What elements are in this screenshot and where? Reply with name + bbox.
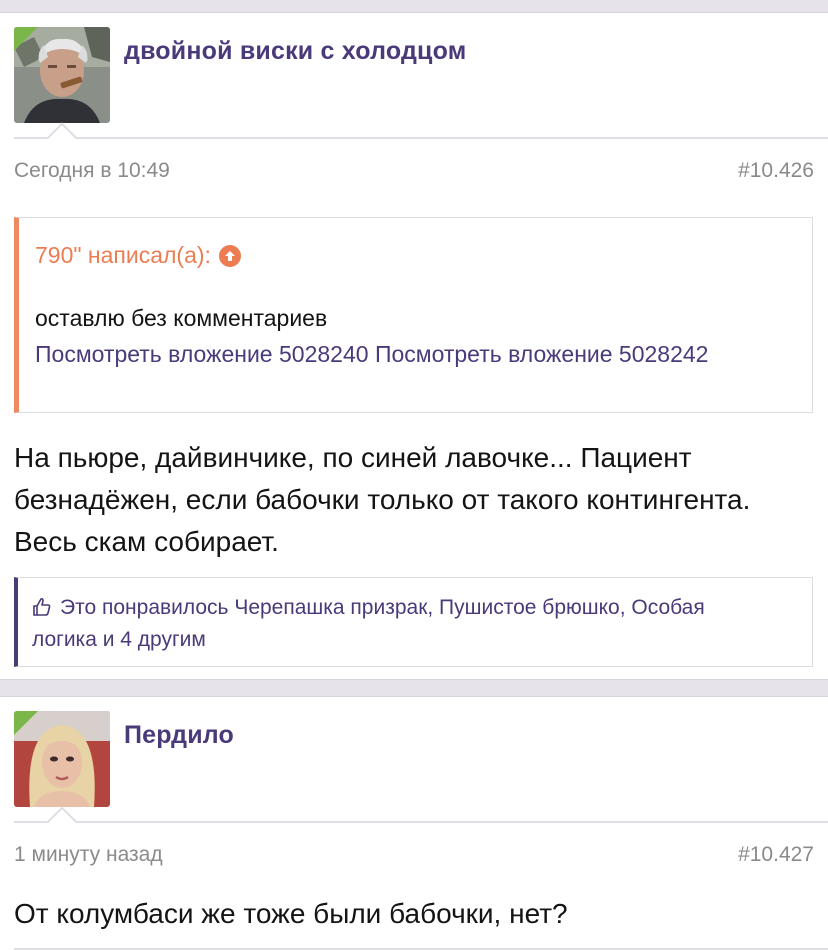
post-number[interactable]: #10.427 xyxy=(738,843,814,867)
post: Пердило 1 минуту назад #10.427 От колумб… xyxy=(0,696,828,950)
thumbs-up-icon xyxy=(33,597,51,616)
divider-caret xyxy=(46,122,78,154)
quote-block: 790" написал(а): оставлю без комментарие… xyxy=(14,217,813,413)
post-message: От колумбаси же тоже были бабочки, нет? xyxy=(14,898,568,929)
quote-body: оставлю без комментариев xyxy=(35,305,328,331)
likes-text[interactable]: Это понравилось Черепашка призрак, Пушис… xyxy=(32,592,772,656)
attachment-link[interactable]: Посмотреть вложение 5028242 xyxy=(375,341,709,367)
post-number[interactable]: #10.426 xyxy=(738,159,814,183)
username-link[interactable]: двойной виски с холодцом xyxy=(124,37,466,66)
username-link[interactable]: Пердило xyxy=(124,721,234,750)
divider xyxy=(14,137,828,139)
user-avatar[interactable] xyxy=(14,27,110,123)
attachment-link[interactable]: Посмотреть вложение 5028240 xyxy=(35,341,369,367)
user-avatar[interactable] xyxy=(14,711,110,807)
quote-author-label: 790" написал(а): xyxy=(35,242,211,268)
quote-text: оставлю без комментариев Посмотреть влож… xyxy=(35,300,795,372)
post-date[interactable]: 1 минуту назад xyxy=(14,843,163,867)
online-indicator xyxy=(14,711,38,735)
post-date[interactable]: Сегодня в 10:49 xyxy=(14,159,170,183)
divider xyxy=(14,821,828,823)
arrow-up-circle-icon[interactable] xyxy=(218,244,241,267)
likes-block: Это понравилось Черепашка призрак, Пушис… xyxy=(14,577,813,667)
post: двойной виски с холодцом Сегодня в 10:49… xyxy=(0,12,828,680)
post-message: На пьюре, дайвинчике, по синей лавочке..… xyxy=(14,442,751,557)
divider-caret xyxy=(46,806,78,838)
online-indicator xyxy=(14,27,38,51)
likes-label: Это понравилось Черепашка призрак, Пушис… xyxy=(32,596,705,651)
quote-author[interactable]: 790" написал(а): xyxy=(35,242,241,269)
